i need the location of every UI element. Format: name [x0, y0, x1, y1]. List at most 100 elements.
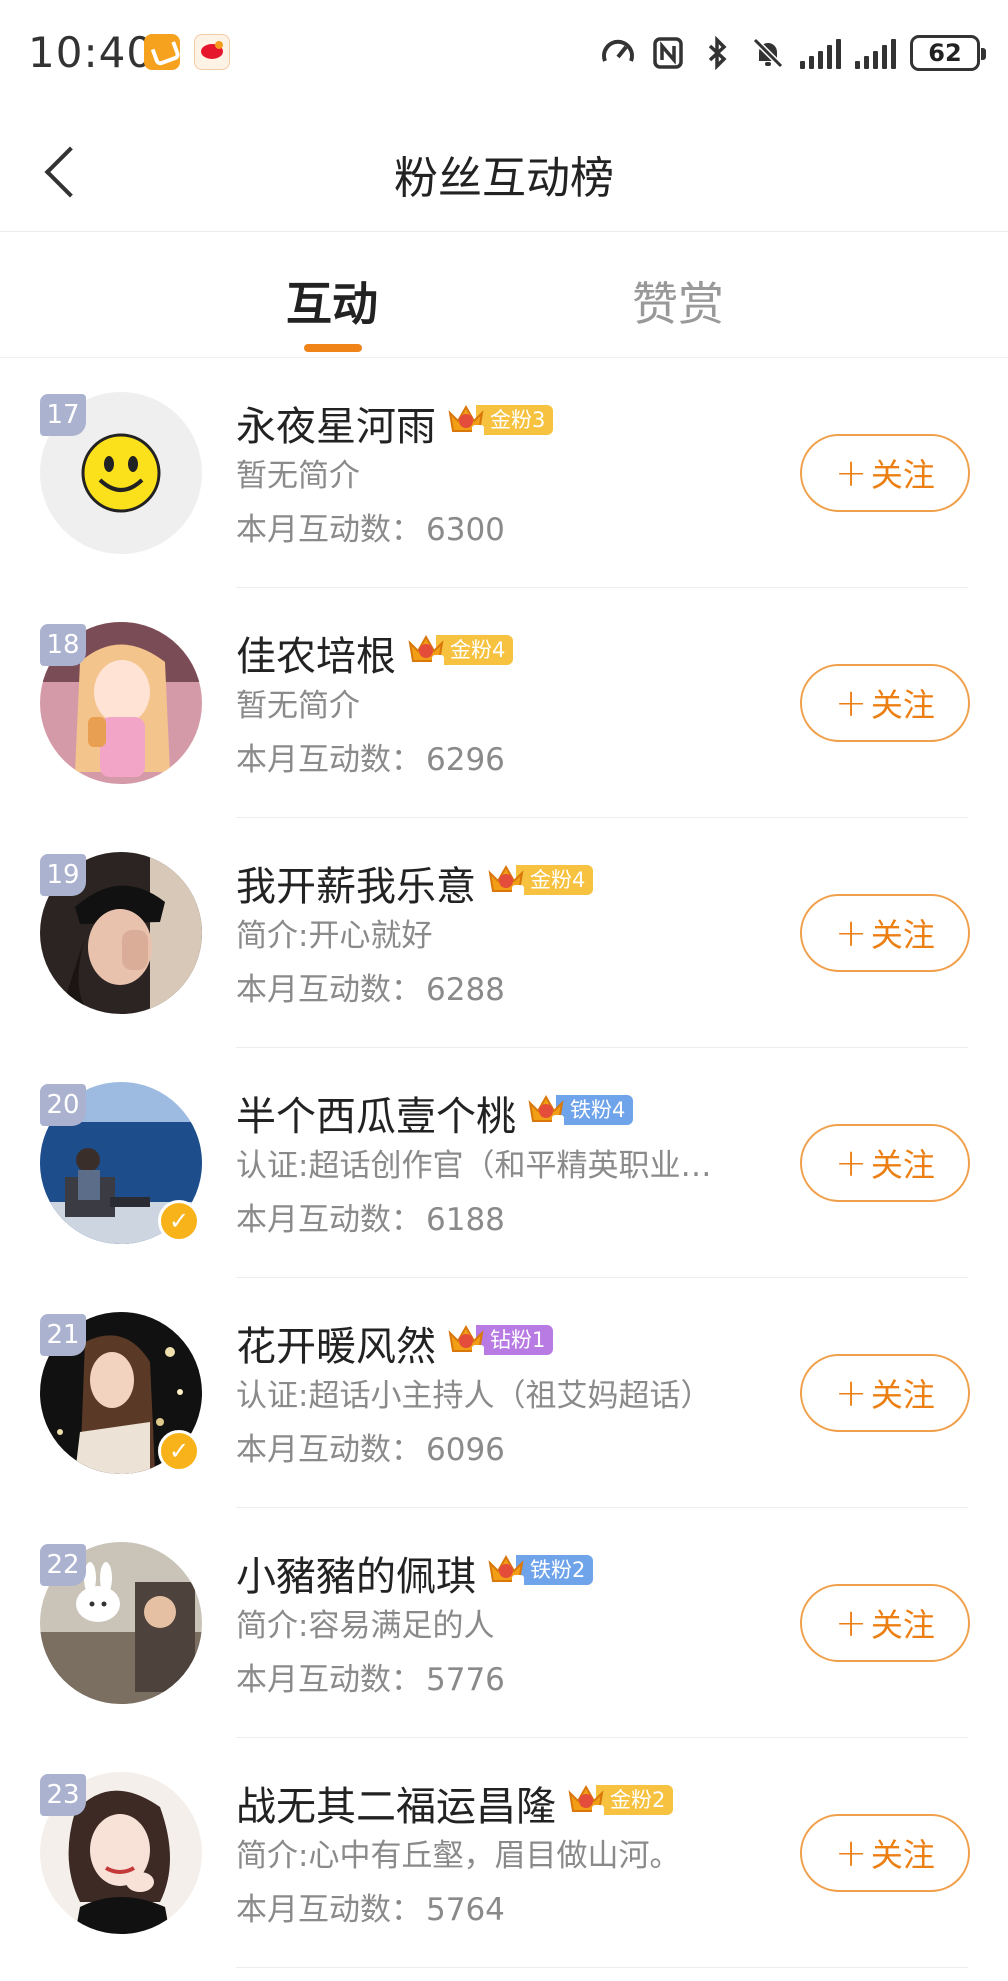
interaction-count-value: 6188	[426, 1202, 505, 1238]
crown-icon	[446, 1321, 486, 1359]
weibo-notification-icon	[194, 34, 230, 70]
interaction-count-value: 6296	[426, 742, 505, 778]
user-name[interactable]: 小豬豬的佩琪	[236, 1544, 476, 1602]
active-tab-indicator	[304, 344, 362, 352]
interaction-count-value: 6096	[426, 1432, 505, 1468]
interaction-count: 本月互动数： 6096	[236, 1424, 505, 1469]
speed-icon	[600, 35, 636, 71]
rank-badge: 23	[40, 1774, 86, 1816]
fan-level-badge: 钻粉1	[446, 1321, 554, 1359]
battery-indicator: 62	[910, 35, 986, 71]
fan-level-label: 金粉4	[516, 865, 594, 895]
app-notification-icon	[144, 34, 180, 70]
nfc-icon	[650, 35, 686, 71]
tab-reward[interactable]: 赞赏	[632, 268, 724, 334]
interaction-count-value: 6288	[426, 972, 505, 1008]
fan-level-badge: 金粉3	[446, 402, 554, 438]
interaction-count-value: 5764	[426, 1892, 505, 1928]
user-bio: 认证:超话创作官（和平精英职业…	[236, 1148, 712, 1184]
user-bio: 简介:容易满足的人	[236, 1608, 495, 1644]
fan-list-item[interactable]: 18 佳农培根 金粉4 暂无简介 本月互动数： 6296 + 关注	[0, 588, 1008, 818]
fan-list-item[interactable]: 21 ✓ 花开暖风然 钻粉1 认证:超话小主持人（祖艾妈超话） 本月互动数： 60…	[0, 1278, 1008, 1508]
user-name[interactable]: 佳农培根	[236, 624, 396, 682]
fan-list-item[interactable]: 23 战无其二福运昌隆 金粉2 简介:心中有丘壑，眉目做山河。 本月互动数： 57…	[0, 1738, 1008, 1968]
fan-ranking-list: 17 永夜星河雨 金粉3 暂无简介 本月互动数： 6300 + 关注 18 佳农培根…	[0, 358, 1008, 1968]
interaction-count-label: 本月互动数：	[236, 512, 422, 548]
rank-badge: 21	[40, 1314, 86, 1356]
follow-label: 关注	[870, 1836, 935, 1874]
crown-icon	[406, 631, 446, 669]
interaction-count: 本月互动数： 6300	[236, 504, 505, 549]
user-name[interactable]: 半个西瓜壹个桃	[236, 1084, 516, 1142]
crown-icon	[566, 1781, 606, 1819]
interaction-count: 本月互动数： 5764	[236, 1884, 505, 1929]
plus-icon: +	[835, 1371, 867, 1415]
user-bio: 简介:心中有丘壑，眉目做山河。	[236, 1838, 681, 1874]
system-icons: 62	[600, 30, 986, 76]
fan-list-item[interactable]: 22 小豬豬的佩琪 铁粉2 简介:容易满足的人 本月互动数： 5776 + 关注	[0, 1508, 1008, 1738]
fan-level-label: 金粉2	[596, 1785, 674, 1815]
fan-level-label: 金粉4	[436, 635, 514, 665]
fan-level-badge: 金粉4	[406, 631, 514, 669]
user-bio: 暂无简介	[236, 458, 360, 494]
interaction-count-label: 本月互动数：	[236, 1892, 422, 1928]
follow-button[interactable]: + 关注	[800, 1814, 970, 1892]
user-name[interactable]: 永夜星河雨	[236, 394, 436, 452]
status-time: 10:40	[28, 28, 155, 77]
fan-list-item[interactable]: 20 ✓ 半个西瓜壹个桃 铁粉4 认证:超话创作官（和平精英职业… 本月互动数：…	[0, 1048, 1008, 1278]
fan-level-badge: 铁粉2	[486, 1551, 594, 1589]
follow-button[interactable]: + 关注	[800, 894, 970, 972]
bluetooth-icon	[700, 35, 736, 71]
user-name[interactable]: 战无其二福运昌隆	[236, 1774, 556, 1832]
page-title: 粉丝互动榜	[394, 153, 614, 204]
plus-icon: +	[835, 1141, 867, 1185]
user-name[interactable]: 我开薪我乐意	[236, 854, 476, 912]
rank-badge: 20	[40, 1084, 86, 1126]
fan-level-label: 铁粉2	[516, 1555, 594, 1585]
follow-button[interactable]: + 关注	[800, 1584, 970, 1662]
interaction-count: 本月互动数： 5776	[236, 1654, 505, 1699]
interaction-count: 本月互动数： 6188	[236, 1194, 505, 1239]
signal-1-icon	[800, 37, 841, 69]
follow-button[interactable]: + 关注	[800, 1354, 970, 1432]
tab-bar: 互动 赞赏	[0, 232, 1008, 358]
interaction-count-label: 本月互动数：	[236, 1432, 422, 1468]
follow-button[interactable]: + 关注	[800, 664, 970, 742]
crown-icon	[526, 1091, 566, 1129]
follow-label: 关注	[870, 1146, 935, 1184]
verified-v-icon: ✓	[158, 1430, 200, 1472]
fan-list-item[interactable]: 17 永夜星河雨 金粉3 暂无简介 本月互动数： 6300 + 关注	[0, 358, 1008, 588]
user-name[interactable]: 花开暖风然	[236, 1314, 436, 1372]
follow-button[interactable]: + 关注	[800, 434, 970, 512]
row-divider	[236, 1967, 968, 1968]
nav-header: 粉丝互动榜	[0, 108, 1008, 232]
fan-level-label: 铁粉4	[556, 1095, 634, 1125]
user-bio: 简介:开心就好	[236, 918, 433, 954]
fan-level-badge: 铁粉4	[526, 1091, 634, 1129]
signal-2-icon	[855, 37, 896, 69]
plus-icon: +	[835, 1601, 867, 1645]
interaction-count-label: 本月互动数：	[236, 972, 422, 1008]
fan-list-item[interactable]: 19 我开薪我乐意 金粉4 简介:开心就好 本月互动数： 6288 + 关注	[0, 818, 1008, 1048]
rank-badge: 17	[40, 394, 86, 436]
follow-button[interactable]: + 关注	[800, 1124, 970, 1202]
rank-badge: 19	[40, 854, 86, 896]
fan-level-badge: 金粉4	[486, 862, 594, 898]
fan-level-label: 金粉3	[476, 405, 554, 435]
plus-icon: +	[835, 681, 867, 725]
mute-bell-icon	[750, 35, 786, 71]
tab-interaction[interactable]: 互动	[286, 268, 378, 334]
interaction-count: 本月互动数： 6288	[236, 964, 505, 1009]
follow-label: 关注	[870, 686, 935, 724]
verified-v-icon: ✓	[158, 1200, 200, 1242]
crown-icon	[486, 1551, 526, 1589]
plus-icon: +	[835, 1831, 867, 1875]
follow-label: 关注	[870, 456, 935, 494]
plus-icon: +	[835, 451, 867, 495]
interaction-count-label: 本月互动数：	[236, 1202, 422, 1238]
follow-label: 关注	[870, 916, 935, 954]
rank-badge: 18	[40, 624, 86, 666]
plus-icon: +	[835, 911, 867, 955]
user-bio: 暂无简介	[236, 688, 360, 724]
fan-level-badge: 金粉2	[566, 1781, 674, 1819]
